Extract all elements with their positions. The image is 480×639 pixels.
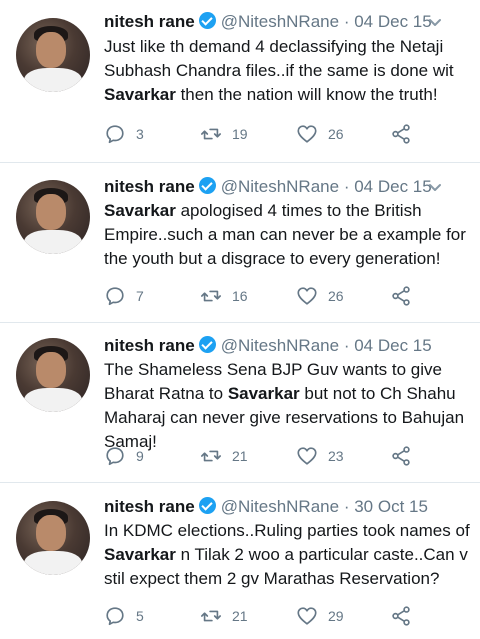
reply-count: 9 — [136, 448, 144, 464]
heart-icon — [297, 287, 317, 305]
share-icon — [392, 606, 410, 626]
heart-icon — [297, 447, 317, 465]
tweet-header: nitesh rane @NiteshNRane · 04 Dec 15 — [104, 10, 432, 34]
verified-badge-icon — [198, 177, 216, 194]
tweet-actions: 3 19 26 — [104, 122, 444, 146]
tweet-header: nitesh rane @NiteshNRane · 04 Dec 15 — [104, 175, 432, 199]
display-name[interactable]: nitesh rane — [104, 177, 195, 196]
share-button[interactable] — [390, 604, 412, 628]
reply-count: 3 — [136, 126, 144, 142]
separator: · — [343, 12, 350, 31]
reply-icon — [106, 287, 124, 306]
verified-badge-icon — [198, 12, 216, 29]
like-button[interactable]: 26 — [296, 284, 344, 308]
reply-button[interactable]: 9 — [104, 444, 144, 468]
user-handle[interactable]: @NiteshNRane — [221, 497, 339, 516]
retweet-icon — [201, 450, 221, 462]
tweet-text-highlight: Savarkar — [104, 85, 176, 104]
separator: · — [343, 177, 350, 196]
tweet[interactable]: nitesh rane @NiteshNRane · 04 Dec 15 Just… — [0, 0, 480, 163]
avatar[interactable] — [16, 180, 90, 254]
retweet-button[interactable]: 21 — [200, 604, 248, 628]
retweet-count: 16 — [232, 288, 248, 304]
retweet-icon — [201, 610, 221, 622]
avatar[interactable] — [16, 501, 90, 575]
tweet-text: Savarkar apologised 4 times to the Briti… — [104, 199, 472, 271]
tweet-text-highlight: Savarkar — [104, 545, 176, 564]
tweet-date[interactable]: 04 Dec 15 — [354, 12, 432, 31]
share-button[interactable] — [390, 122, 412, 146]
tweet-feed: nitesh rane @NiteshNRane · 04 Dec 15 Just… — [0, 0, 480, 639]
tweet-text-part: then the nation will know the truth! — [175, 85, 438, 104]
reply-icon — [106, 125, 124, 144]
like-count: 29 — [328, 608, 344, 624]
like-button[interactable]: 26 — [296, 122, 344, 146]
retweet-icon — [201, 290, 221, 302]
retweet-icon — [201, 128, 221, 140]
reply-icon — [106, 447, 124, 466]
reply-count: 5 — [136, 608, 144, 624]
user-handle[interactable]: @NiteshNRane — [221, 336, 339, 355]
tweet-actions: 7 16 26 — [104, 284, 444, 308]
share-icon — [392, 446, 410, 466]
avatar[interactable] — [16, 338, 90, 412]
like-button[interactable]: 23 — [296, 444, 344, 468]
share-button[interactable] — [390, 284, 412, 308]
tweet[interactable]: nitesh rane @NiteshNRane · 30 Oct 15 In K… — [0, 483, 480, 639]
avatar[interactable] — [16, 18, 90, 92]
tweet-text: Just like th demand 4 declassifying the … — [104, 35, 472, 107]
tweet-header: nitesh rane @NiteshNRane · 30 Oct 15 — [104, 495, 428, 519]
tweet-header: nitesh rane @NiteshNRane · 04 Dec 15 — [104, 334, 432, 358]
tweet[interactable]: nitesh rane @NiteshNRane · 04 Dec 15 The … — [0, 323, 480, 483]
retweet-button[interactable]: 19 — [200, 122, 248, 146]
chevron-down-icon[interactable] — [428, 16, 442, 30]
like-count: 26 — [328, 126, 344, 142]
reply-icon — [106, 607, 124, 626]
separator: · — [343, 497, 350, 516]
user-handle[interactable]: @NiteshNRane — [221, 12, 339, 31]
tweet-date[interactable]: 04 Dec 15 — [354, 336, 432, 355]
display-name[interactable]: nitesh rane — [104, 336, 195, 355]
display-name[interactable]: nitesh rane — [104, 12, 195, 31]
heart-icon — [297, 125, 317, 143]
retweet-count: 19 — [232, 126, 248, 142]
display-name[interactable]: nitesh rane — [104, 497, 195, 516]
like-count: 26 — [328, 288, 344, 304]
reply-button[interactable]: 7 — [104, 284, 144, 308]
share-icon — [392, 286, 410, 306]
verified-badge-icon — [198, 497, 216, 514]
tweet-text-highlight: Savarkar — [227, 384, 300, 403]
like-count: 23 — [328, 448, 344, 464]
like-button[interactable]: 29 — [296, 604, 344, 628]
tweet-date[interactable]: 04 Dec 15 — [354, 177, 432, 196]
share-icon — [392, 124, 410, 144]
tweet-text-part: Just like th demand 4 declassifying the … — [104, 37, 454, 80]
reply-button[interactable]: 5 — [104, 604, 144, 628]
share-button[interactable] — [390, 444, 412, 468]
tweet-date[interactable]: 30 Oct 15 — [354, 497, 428, 516]
tweet-text-highlight: Savarkar — [104, 201, 176, 220]
separator: · — [343, 336, 350, 355]
tweet-actions: 5 21 29 — [104, 604, 444, 628]
retweet-button[interactable]: 21 — [200, 444, 248, 468]
tweet-actions: 9 21 23 — [104, 444, 444, 468]
reply-count: 7 — [136, 288, 144, 304]
tweet-text: The Shameless Sena BJP Guv wants to give… — [104, 358, 472, 454]
tweet-text: In KDMC elections..Ruling parties took n… — [104, 519, 472, 591]
retweet-button[interactable]: 16 — [200, 284, 248, 308]
retweet-count: 21 — [232, 448, 248, 464]
reply-button[interactable]: 3 — [104, 122, 144, 146]
tweet[interactable]: nitesh rane @NiteshNRane · 04 Dec 15 Sava… — [0, 163, 480, 323]
chevron-down-icon[interactable] — [428, 181, 442, 195]
verified-badge-icon — [198, 336, 216, 353]
tweet-text-part: In KDMC elections..Ruling parties took n… — [104, 521, 470, 540]
retweet-count: 21 — [232, 608, 248, 624]
heart-icon — [297, 607, 317, 625]
user-handle[interactable]: @NiteshNRane — [221, 177, 339, 196]
